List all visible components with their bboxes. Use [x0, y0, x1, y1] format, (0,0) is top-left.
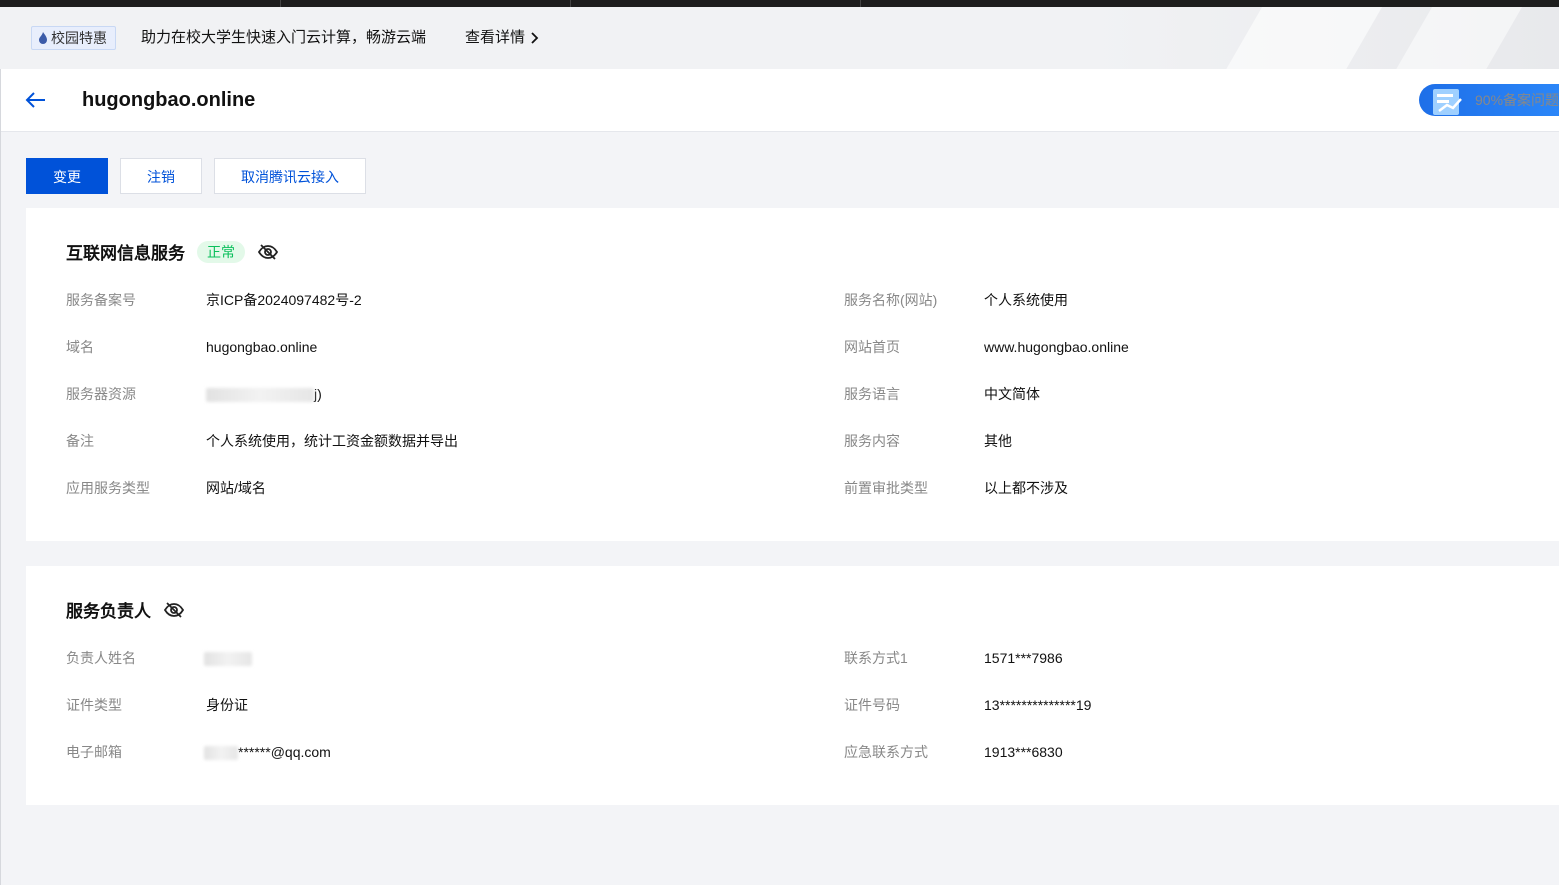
promo-banner: 校园特惠 助力在校大学生快速入门云计算，畅游云端 查看详情: [0, 7, 1559, 69]
redacted-blur: [206, 388, 314, 403]
document-chart-icon: [1433, 89, 1462, 115]
contact1-value: 1571***7986: [984, 650, 1063, 666]
emergency-label: 应急联系方式: [844, 744, 928, 760]
email-value: ******@qq.com: [204, 742, 331, 762]
campus-badge-label: 校园特惠: [51, 30, 107, 46]
content-label: 服务内容: [844, 433, 900, 449]
page-title: hugongbao.online: [82, 89, 256, 111]
left-border: [0, 69, 1, 885]
service-name-value: 个人系统使用: [984, 292, 1068, 308]
owner-name-value: [204, 648, 252, 668]
server-value: j): [206, 384, 322, 404]
cancel-access-button[interactable]: 取消腾讯云接入: [214, 158, 366, 194]
content-value: 其他: [984, 433, 1012, 449]
flame-icon: [39, 32, 47, 44]
window-top-strip: [0, 0, 1559, 7]
approval-value: 以上都不涉及: [984, 480, 1068, 496]
app-type-value: 网站/域名: [206, 480, 266, 496]
help-banner[interactable]: 90%备案问题: [1419, 84, 1559, 116]
id-no-value: 13**************19: [984, 697, 1092, 713]
service-name-label: 服务名称(网站): [844, 292, 938, 308]
language-label: 服务语言: [844, 386, 900, 402]
campus-badge: 校园特惠: [31, 26, 116, 50]
owner-info-title-text: 服务负责人: [66, 602, 151, 621]
change-button[interactable]: 变更: [26, 158, 108, 194]
back-arrow-icon[interactable]: [25, 91, 47, 109]
owner-info-title: 服务负责人: [66, 597, 185, 622]
homepage-label: 网站首页: [844, 339, 900, 355]
owner-info-card: 服务负责人 负责人姓名 联系方式1 1571***7986 证件类型 身份证 证…: [26, 566, 1559, 805]
help-banner-label: 90%备案问题: [1475, 92, 1559, 108]
app-type-label: 应用服务类型: [66, 480, 150, 496]
service-info-card: 互联网信息服务 正常 服务备案号 京ICP备2024097482号-2 服务名称…: [26, 208, 1559, 541]
record-no-value: 京ICP备2024097482号-2: [206, 292, 362, 308]
id-type-value: 身份证: [206, 697, 248, 713]
record-no-label: 服务备案号: [66, 292, 136, 308]
contact1-label: 联系方式1: [844, 650, 908, 666]
remark-value: 个人系统使用，统计工资金额数据并导出: [206, 433, 458, 449]
promo-details-link[interactable]: 查看详情: [465, 27, 539, 49]
page-header: hugongbao.online 90%备案问题: [1, 69, 1559, 132]
status-badge: 正常: [197, 240, 245, 263]
eye-off-icon[interactable]: [163, 601, 185, 619]
email-label: 电子邮箱: [66, 744, 122, 760]
approval-label: 前置审批类型: [844, 480, 928, 496]
redacted-blur: [204, 652, 252, 667]
id-no-label: 证件号码: [844, 697, 900, 713]
redacted-blur: [204, 746, 238, 761]
homepage-value: www.hugongbao.online: [984, 339, 1129, 355]
eye-off-icon[interactable]: [257, 243, 279, 261]
id-type-label: 证件类型: [66, 697, 122, 713]
owner-name-label: 负责人姓名: [66, 650, 136, 666]
promo-details-label: 查看详情: [465, 29, 526, 46]
service-info-title-text: 互联网信息服务: [66, 244, 185, 263]
domain-value: hugongbao.online: [206, 339, 318, 355]
service-info-title: 互联网信息服务 正常: [66, 239, 279, 264]
chevron-right-icon: [531, 32, 539, 44]
action-bar: 变更 注销 取消腾讯云接入: [26, 158, 366, 194]
emergency-value: 1913***6830: [984, 744, 1063, 760]
remark-label: 备注: [66, 433, 94, 449]
promo-text: 助力在校大学生快速入门云计算，畅游云端: [141, 29, 427, 46]
server-label: 服务器资源: [66, 386, 136, 402]
deregister-button[interactable]: 注销: [120, 158, 202, 194]
language-value: 中文简体: [984, 386, 1040, 402]
domain-label: 域名: [66, 339, 94, 355]
